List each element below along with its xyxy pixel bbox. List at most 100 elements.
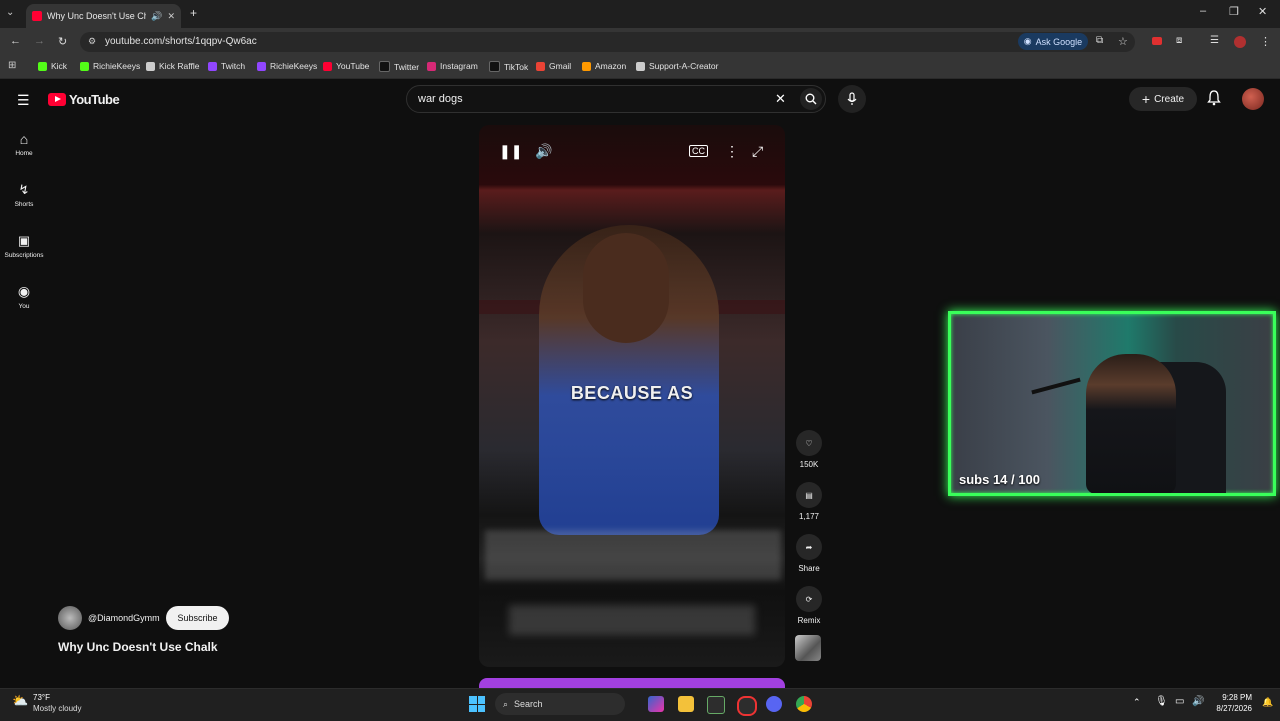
comment-icon: ▤: [796, 482, 822, 508]
sound-thumbnail[interactable]: [795, 635, 821, 661]
bookmark-amazon[interactable]: Amazon: [582, 61, 626, 71]
ask-google-button[interactable]: ◉ Ask Google: [1018, 33, 1088, 50]
bookmark-gmail[interactable]: Gmail: [536, 61, 571, 71]
tab-search-chevron-icon[interactable]: ⌄: [6, 7, 14, 18]
page-icon: [636, 61, 645, 71]
remix-button[interactable]: ⟳ Remix: [792, 586, 826, 625]
tab-list-icon[interactable]: ☰: [1210, 35, 1219, 46]
bookmark-kick[interactable]: Kick: [38, 61, 67, 71]
nav-home[interactable]: ⌂ Home: [0, 131, 48, 157]
network-icon[interactable]: ▭: [1175, 696, 1184, 707]
voice-search-button[interactable]: [838, 85, 866, 113]
comment-count: 1,177: [798, 512, 820, 521]
x-icon: [379, 61, 390, 72]
bookmark-twitter[interactable]: Twitter: [379, 61, 419, 72]
bookmark-kick-raffle[interactable]: Kick Raffle: [146, 61, 199, 71]
chrome-icon[interactable]: [796, 696, 812, 712]
extensions-icon[interactable]: ⧈: [1176, 35, 1182, 46]
bookmark-youtube[interactable]: YouTube: [323, 61, 369, 71]
more-options-icon[interactable]: ⋮: [725, 143, 739, 160]
reload-icon[interactable]: ↻: [58, 35, 67, 48]
install-icon[interactable]: ⧉: [1096, 35, 1103, 46]
clear-search-icon[interactable]: ✕: [775, 91, 786, 107]
windows-start-icon[interactable]: [469, 696, 485, 712]
forward-icon[interactable]: →: [34, 35, 45, 47]
new-tab-icon[interactable]: +: [190, 6, 197, 20]
remix-label: Remix: [797, 616, 821, 625]
bookmark-instagram[interactable]: Instagram: [427, 61, 478, 71]
search-input[interactable]: [406, 85, 826, 113]
search-query[interactable]: war dogs: [418, 93, 463, 105]
minimize-icon[interactable]: –: [1200, 5, 1206, 17]
amazon-icon: [582, 61, 591, 71]
volume-icon[interactable]: 🔊: [535, 143, 552, 160]
microphone-icon: [847, 92, 857, 105]
channel-name[interactable]: @DiamondGymm: [88, 613, 160, 623]
nav-subscriptions[interactable]: ▣ Subscriptions: [0, 233, 48, 259]
tray-chevron-icon[interactable]: ⌃: [1133, 697, 1141, 708]
clock-date[interactable]: 8/27/2026: [1204, 704, 1252, 713]
bookmark-star-icon[interactable]: ☆: [1118, 35, 1128, 48]
nav-subscriptions-label: Subscriptions: [4, 252, 44, 259]
search-button[interactable]: [800, 88, 822, 110]
search-icon: ⌕: [503, 698, 509, 709]
nav-shorts[interactable]: ↯ Shorts: [0, 182, 48, 208]
bookmark-richiekeeys[interactable]: RichieKeeys: [80, 61, 140, 71]
plus-icon: +: [1141, 91, 1151, 107]
apps-grid-icon[interactable]: ⊞: [8, 60, 16, 71]
terminal-icon[interactable]: [707, 696, 725, 714]
obs-icon[interactable]: [737, 696, 757, 716]
browser-menu-icon[interactable]: ⋮: [1260, 35, 1271, 48]
notifications-icon[interactable]: [1207, 90, 1221, 106]
streamer: [1086, 354, 1176, 493]
fullscreen-icon[interactable]: ⤢: [752, 143, 763, 160]
comments-button[interactable]: ▤ 1,177: [792, 482, 826, 521]
bookmark-richiekeeys-twitch[interactable]: RichieKeeys: [257, 61, 317, 71]
shorts-icon: ↯: [18, 182, 30, 197]
hamburger-menu-icon[interactable]: ☰: [17, 92, 30, 109]
taskbar-search[interactable]: ⌕ Search: [495, 693, 625, 715]
extension-record-icon[interactable]: [1152, 37, 1162, 45]
raffle-icon: [146, 61, 155, 71]
url-text[interactable]: youtube.com/shorts/1qqpv-Qw6ac: [105, 36, 257, 47]
discord-icon[interactable]: [766, 696, 782, 712]
volume-tray-icon[interactable]: 🔊: [1192, 696, 1204, 707]
profile-icon[interactable]: [1234, 36, 1246, 48]
copilot-icon[interactable]: [648, 696, 664, 712]
account-avatar[interactable]: [1242, 88, 1264, 110]
subscriptions-icon: ▣: [17, 233, 31, 248]
subs-counter: subs 14 / 100: [959, 472, 1040, 487]
video-title[interactable]: Why Unc Doesn't Use Chalk: [58, 640, 218, 654]
shorts-video-player[interactable]: BECAUSE AS ❚❚ 🔊 CC ⋮ ⤢: [479, 125, 785, 667]
back-icon[interactable]: ←: [10, 35, 21, 47]
pause-icon[interactable]: ❚❚: [499, 143, 522, 160]
weather-temperature[interactable]: 73°F: [33, 693, 50, 702]
active-tab[interactable]: Why Unc Doesn't Use Cha 🔊 ✕: [26, 4, 181, 28]
site-info-icon[interactable]: ⚙: [88, 36, 96, 47]
share-button[interactable]: ➦ Share: [792, 534, 826, 573]
file-explorer-icon[interactable]: [678, 696, 694, 712]
youtube-logo[interactable]: YouTube: [48, 92, 120, 107]
blurred-text-overlay: [485, 530, 781, 580]
taskbar: [0, 688, 1280, 721]
bookmark-twitch[interactable]: Twitch: [208, 61, 245, 71]
weather-description[interactable]: Mostly cloudy: [33, 704, 81, 713]
speaker-icon[interactable]: 🔊: [151, 11, 162, 22]
bookmark-support-a-creator[interactable]: Support-A-Creator: [636, 61, 718, 71]
subscribe-button[interactable]: Subscribe: [166, 606, 229, 630]
weather-icon[interactable]: ⛅: [12, 693, 28, 709]
clock-time[interactable]: 9:28 PM: [1212, 693, 1252, 702]
tiktok-icon: [489, 61, 500, 72]
window-close-icon[interactable]: ✕: [1258, 5, 1267, 18]
nav-you[interactable]: ◉ You: [0, 283, 48, 310]
create-button[interactable]: + Create: [1129, 87, 1197, 111]
channel-avatar[interactable]: [58, 606, 82, 630]
tab-close-icon[interactable]: ✕: [167, 11, 175, 22]
like-button[interactable]: ♡ 150K: [792, 430, 826, 469]
microphone-tray-icon[interactable]: 🎙: [1155, 696, 1168, 707]
captions-icon[interactable]: CC: [689, 145, 708, 157]
bookmark-tiktok[interactable]: TikTok: [489, 61, 528, 72]
notification-bell-icon[interactable]: 🔔: [1262, 697, 1273, 708]
restore-icon[interactable]: ❐: [1229, 5, 1239, 18]
create-label: Create: [1154, 93, 1185, 105]
